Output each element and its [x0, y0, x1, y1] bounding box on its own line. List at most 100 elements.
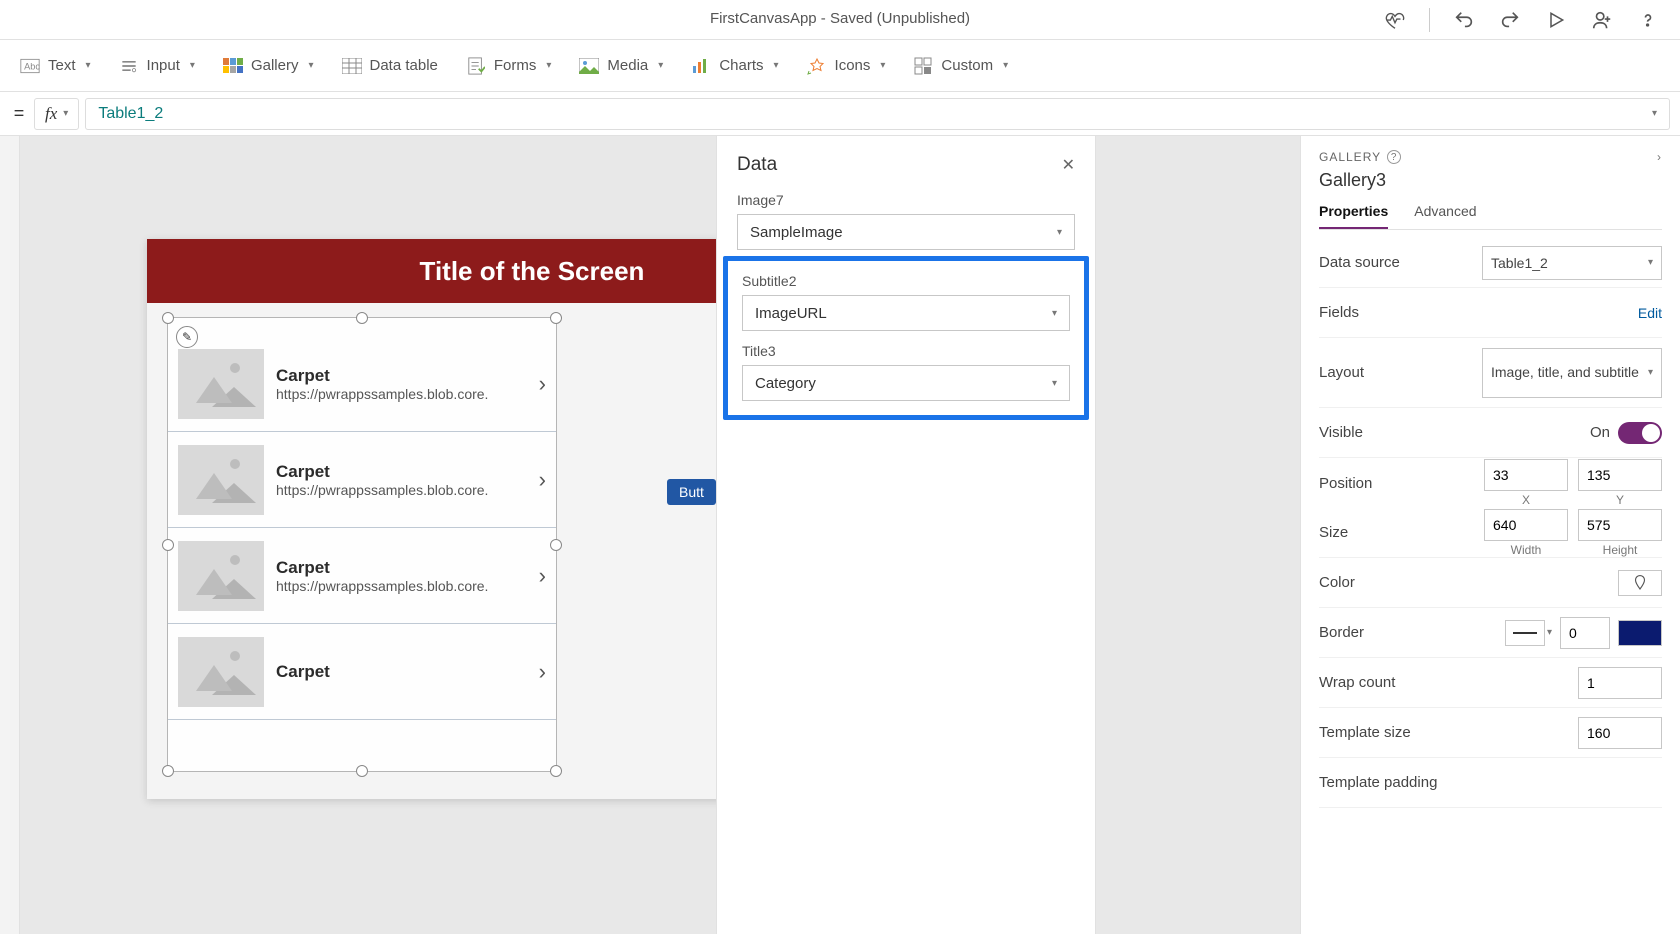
ribbon-gallery[interactable]: Gallery▾ — [223, 56, 314, 76]
item-title: Carpet — [276, 558, 527, 578]
help-icon[interactable] — [1636, 8, 1660, 32]
redo-icon[interactable] — [1498, 8, 1522, 32]
ribbon-input[interactable]: Input ▾ — [119, 56, 195, 76]
ribbon-custom[interactable]: Custom▾ — [913, 56, 1008, 76]
ribbon-input-label: Input — [147, 57, 180, 74]
ribbon-media-label: Media — [607, 57, 648, 74]
gallery-selected[interactable]: ✎ Carpet https://pwrappssamples.blob.cor… — [167, 317, 557, 772]
ribbon-media[interactable]: Media▾ — [579, 56, 663, 76]
chevron-down-icon: ▾ — [1052, 378, 1057, 389]
prop-label: Template padding — [1319, 774, 1662, 791]
resize-handle[interactable] — [162, 539, 174, 551]
tab-properties[interactable]: Properties — [1319, 203, 1388, 229]
fx-icon: fx — [45, 104, 57, 124]
health-icon[interactable] — [1383, 8, 1407, 32]
forms-icon — [466, 56, 486, 76]
left-rail[interactable] — [0, 136, 20, 934]
color-picker[interactable] — [1618, 570, 1662, 596]
gallery-icon — [223, 56, 243, 76]
title-bar: FirstCanvasApp - Saved (Unpublished) — [0, 0, 1680, 40]
chevron-down-icon: ▾ — [308, 60, 313, 71]
image-placeholder-icon — [178, 637, 264, 707]
canvas-area[interactable]: Title of the Screen Butt ✎ Carpet — [20, 136, 1300, 934]
position-x-input[interactable] — [1484, 459, 1568, 491]
prop-label: Size — [1319, 524, 1474, 541]
ribbon-text[interactable]: Abc Text▾ — [20, 56, 91, 76]
chevron-down-icon: ▾ — [1057, 227, 1062, 238]
data-field-subtitle: Subtitle2 ImageURL ▾ — [736, 265, 1076, 335]
main-area: Title of the Screen Butt ✎ Carpet — [0, 136, 1680, 934]
datasource-select[interactable]: Table1_2 ▾ — [1482, 246, 1662, 280]
resize-handle[interactable] — [550, 312, 562, 324]
gallery-item[interactable]: Carpet › — [168, 624, 556, 720]
border-style-select[interactable] — [1505, 620, 1545, 646]
formula-input[interactable]: Table1_2 ▾ — [85, 98, 1670, 130]
highlighted-fields: Subtitle2 ImageURL ▾ Title3 Category ▾ — [723, 256, 1089, 420]
layout-select[interactable]: Image, title, and subtitle ▾ — [1482, 348, 1662, 398]
resize-handle[interactable] — [550, 539, 562, 551]
canvas-button[interactable]: Butt — [667, 479, 716, 505]
title-select[interactable]: Category ▾ — [742, 365, 1070, 401]
resize-handle[interactable] — [550, 765, 562, 777]
image-select[interactable]: SampleImage ▾ — [737, 214, 1075, 250]
fields-edit-link[interactable]: Edit — [1638, 305, 1662, 321]
resize-handle[interactable] — [356, 765, 368, 777]
chevron-right-icon[interactable]: › — [539, 563, 546, 589]
fx-selector[interactable]: fx ▾ — [34, 98, 79, 130]
ribbon-datatable-label: Data table — [370, 57, 438, 74]
image-placeholder-icon — [178, 541, 264, 611]
position-y-input[interactable] — [1578, 459, 1662, 491]
template-size-input[interactable] — [1578, 717, 1662, 749]
chevron-down-icon: ▾ — [774, 60, 779, 71]
sublabel: Y — [1578, 493, 1662, 507]
visible-toggle[interactable] — [1618, 422, 1662, 444]
image-placeholder-icon — [178, 349, 264, 419]
prop-label: Visible — [1319, 424, 1580, 441]
size-width-input[interactable] — [1484, 509, 1568, 541]
close-icon[interactable]: ✕ — [1062, 155, 1075, 175]
chevron-right-icon[interactable]: › — [539, 371, 546, 397]
ribbon-datatable[interactable]: Data table — [342, 56, 438, 76]
chevron-right-icon[interactable]: › — [539, 659, 546, 685]
app-title: FirstCanvasApp - Saved (Unpublished) — [710, 10, 970, 27]
input-icon — [119, 56, 139, 76]
prop-wrap-count: Wrap count — [1319, 658, 1662, 708]
chevron-right-icon[interactable]: › — [539, 467, 546, 493]
chevron-right-icon[interactable]: › — [1657, 150, 1662, 164]
size-height-input[interactable] — [1578, 509, 1662, 541]
border-color-swatch[interactable] — [1618, 620, 1662, 646]
chevron-down-icon: ▾ — [1547, 627, 1552, 638]
gallery-item[interactable]: Carpet https://pwrappssamples.blob.core.… — [168, 432, 556, 528]
data-field-title: Title3 Category ▾ — [736, 335, 1076, 405]
ribbon-charts[interactable]: Charts▾ — [691, 56, 778, 76]
resize-handle[interactable] — [162, 765, 174, 777]
undo-icon[interactable] — [1452, 8, 1476, 32]
wrap-count-input[interactable] — [1578, 667, 1662, 699]
item-subtitle: https://pwrappssamples.blob.core. — [276, 386, 506, 402]
field-label: Title3 — [742, 343, 1070, 359]
resize-handle[interactable] — [162, 312, 174, 324]
gallery-item[interactable]: Carpet https://pwrappssamples.blob.core.… — [168, 336, 556, 432]
prop-visible: Visible On — [1319, 408, 1662, 458]
help-circle-icon[interactable]: ? — [1387, 150, 1401, 164]
ribbon-icons[interactable]: Icons ▾ — [807, 56, 886, 76]
tab-advanced[interactable]: Advanced — [1414, 203, 1476, 229]
share-icon[interactable] — [1590, 8, 1614, 32]
gallery-item[interactable]: Carpet https://pwrappssamples.blob.core.… — [168, 528, 556, 624]
visible-text: On — [1590, 424, 1610, 441]
divider — [1429, 8, 1430, 32]
chevron-down-icon: ▾ — [880, 60, 885, 71]
prop-label: Layout — [1319, 364, 1472, 381]
item-subtitle: https://pwrappssamples.blob.core. — [276, 578, 506, 594]
chevron-down-icon: ▾ — [63, 108, 68, 119]
play-icon[interactable] — [1544, 8, 1568, 32]
border-width-input[interactable] — [1560, 617, 1610, 649]
subtitle-select[interactable]: ImageURL ▾ — [742, 295, 1070, 331]
resize-handle[interactable] — [356, 312, 368, 324]
edit-pencil-icon[interactable]: ✎ — [176, 326, 198, 348]
ribbon-forms[interactable]: Forms▾ — [466, 56, 552, 76]
control-name: Gallery3 — [1319, 170, 1662, 191]
select-value: SampleImage — [750, 224, 843, 241]
chevron-down-icon: ▾ — [190, 60, 195, 71]
ribbon-icons-label: Icons — [835, 57, 871, 74]
